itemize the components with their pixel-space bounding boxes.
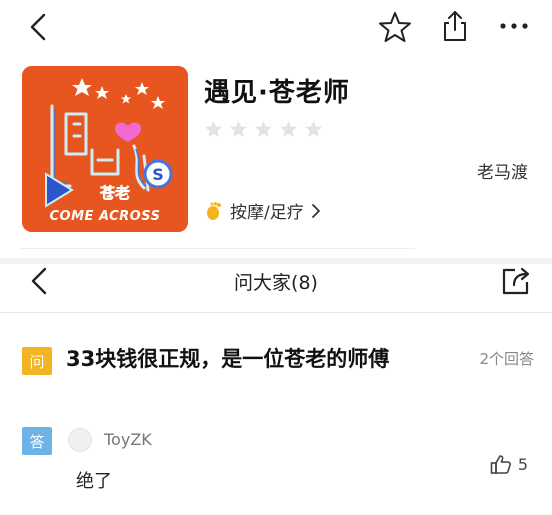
foot-icon [207, 201, 221, 220]
avatar[interactable] [68, 428, 92, 452]
logo-tagline: COME ACROSS [50, 209, 161, 224]
share-icon[interactable] [440, 9, 470, 43]
question-badge: 问 [22, 347, 52, 375]
logo-emblem-letter: S [152, 165, 164, 184]
star-empty-icon [229, 120, 248, 138]
divider [0, 312, 552, 313]
qa-share-icon[interactable] [500, 266, 532, 296]
star-empty-icon [204, 120, 223, 138]
category-link[interactable]: 按摩/足疗 [204, 198, 322, 223]
category-label: 按摩/足疗 [230, 203, 304, 223]
star-empty-icon [304, 120, 323, 138]
divider [20, 248, 415, 249]
like-count: 5 [517, 454, 528, 474]
question-text[interactable]: 33块钱很正规，是一位苍老的师傅 [66, 344, 446, 374]
shop-title: 遇见·苍老师 [204, 78, 350, 108]
answer-badge: 答 [22, 427, 52, 455]
back-button[interactable] [26, 12, 52, 42]
answer-text: 绝了 [76, 471, 112, 492]
answer-username[interactable]: ToyZK [104, 430, 152, 449]
logo-name-text: 苍老 [99, 184, 130, 202]
author-name[interactable]: 老马渡 [477, 158, 528, 183]
favorite-star-icon[interactable] [378, 10, 412, 44]
thumbs-up-icon [490, 455, 511, 474]
star-empty-icon [279, 120, 298, 138]
answer-count[interactable]: 2个回答 [479, 348, 534, 369]
section-gap [0, 258, 552, 264]
star-empty-icon [254, 120, 273, 138]
like-button[interactable]: 5 [490, 454, 528, 474]
logo-art: S 苍老 遇见 COME ACROSS [22, 66, 188, 232]
chevron-right-icon [311, 203, 320, 218]
more-dots-icon[interactable] [498, 20, 530, 32]
rating-stars [204, 120, 323, 139]
shop-logo: S 苍老 遇见 COME ACROSS [22, 66, 188, 232]
qa-title: 问大家(8) [234, 272, 318, 294]
